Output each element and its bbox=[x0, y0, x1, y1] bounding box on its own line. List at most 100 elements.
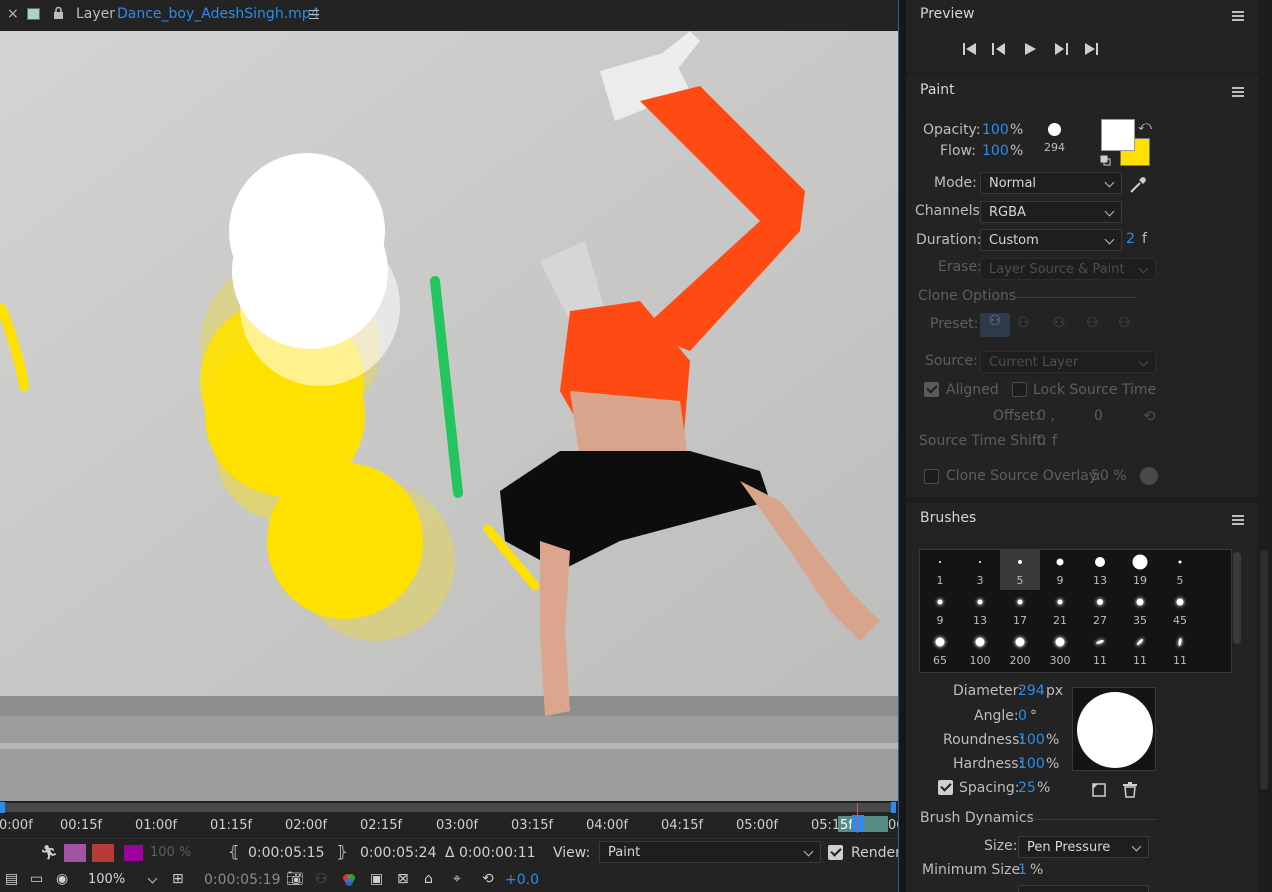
preview-menu-icon[interactable] bbox=[1232, 11, 1244, 21]
mode-dropdown[interactable]: Normal bbox=[980, 172, 1122, 194]
running-man-icon[interactable]: 🏃︎ bbox=[40, 845, 58, 861]
out-point-icon[interactable]: ⦄ bbox=[336, 842, 348, 861]
brush-tip-1-0[interactable]: 9 bbox=[920, 590, 960, 630]
delete-brush-icon[interactable] bbox=[1123, 782, 1137, 802]
offset-y-value[interactable]: 0 bbox=[1094, 408, 1103, 424]
brush-tip-2-3[interactable]: 300 bbox=[1040, 630, 1080, 670]
viewer-canvas[interactable] bbox=[0, 31, 898, 801]
duration-value[interactable]: Δ 0:00:00:11 bbox=[445, 845, 536, 861]
next-frame-icon[interactable] bbox=[1053, 42, 1069, 60]
channel-icon[interactable] bbox=[342, 873, 356, 887]
offset-x-value[interactable]: 0 , bbox=[1037, 408, 1055, 424]
tab-menu-icon[interactable] bbox=[309, 10, 319, 19]
reset-offset-icon[interactable]: ⟲ bbox=[1143, 407, 1156, 425]
clone-preset-5-icon[interactable]: ⚇ bbox=[1118, 315, 1131, 331]
exposure-value[interactable]: +0.0 bbox=[505, 872, 539, 888]
close-icon[interactable]: × bbox=[7, 6, 19, 22]
diameter-value[interactable]: 294 bbox=[1018, 683, 1045, 699]
swap-colors-icon[interactable]: ⤺ bbox=[1138, 119, 1152, 134]
duration-frames-value[interactable]: 2 bbox=[1126, 231, 1135, 247]
opacity-value[interactable]: 100 bbox=[982, 122, 1009, 138]
spacing-value[interactable]: 25 bbox=[1018, 780, 1036, 796]
clone-preset-3-icon[interactable]: ⚇ bbox=[1053, 315, 1066, 331]
brush-tip-2-5[interactable]: 11 bbox=[1120, 630, 1160, 670]
clone-preset-4-icon[interactable]: ⚇ bbox=[1086, 315, 1099, 331]
region-icon[interactable]: ⊞ bbox=[172, 871, 184, 887]
reset-exposure-icon[interactable]: ⌖ bbox=[453, 871, 461, 887]
overlay-opacity-value[interactable]: 100 % bbox=[150, 845, 191, 860]
monitor-icon[interactable]: ▭ bbox=[30, 871, 43, 887]
eyedropper-icon[interactable] bbox=[1128, 175, 1148, 199]
brush-tip-0-1[interactable]: 3 bbox=[960, 550, 1000, 590]
erase-dropdown[interactable]: Layer Source & Paint bbox=[980, 258, 1156, 280]
brush-tip-0-3[interactable]: 9 bbox=[1040, 550, 1080, 590]
brush-tip-2-2[interactable]: 200 bbox=[1000, 630, 1040, 670]
source-dropdown[interactable]: Current Layer bbox=[980, 351, 1156, 373]
brush-tip-0-4[interactable]: 13 bbox=[1080, 550, 1120, 590]
transparency-grid-icon[interactable]: ⊠ bbox=[397, 871, 409, 887]
brush-tip-0-0[interactable]: 1 bbox=[920, 550, 960, 590]
flow-value[interactable]: 100 bbox=[982, 143, 1009, 159]
in-point-icon[interactable]: ⦃ bbox=[228, 842, 240, 861]
brush-tips-scrollbar[interactable] bbox=[1233, 552, 1241, 644]
last-frame-icon[interactable] bbox=[1083, 42, 1099, 60]
show-snapshot-icon[interactable]: ⚇ bbox=[315, 871, 328, 887]
first-frame-icon[interactable] bbox=[962, 42, 978, 60]
clone-overlay-mode-icon[interactable] bbox=[1140, 467, 1158, 485]
spacing-checkbox[interactable] bbox=[938, 780, 953, 795]
brush-tip-2-0[interactable]: 65 bbox=[920, 630, 960, 670]
brush-tip-0-6[interactable]: 5 bbox=[1160, 550, 1200, 590]
out-time-value[interactable]: 0:00:05:24 bbox=[360, 845, 437, 861]
clone-overlay-value[interactable]: 50 % bbox=[1091, 468, 1127, 484]
onion-skin-red-icon[interactable] bbox=[92, 844, 114, 862]
render-checkbox[interactable] bbox=[828, 845, 843, 860]
lock-icon[interactable] bbox=[53, 6, 64, 19]
fast-preview-icon[interactable]: ▣ bbox=[370, 871, 383, 887]
brush-tip-2-1[interactable]: 100 bbox=[960, 630, 1000, 670]
source-time-shift-value[interactable]: 0 bbox=[1037, 433, 1046, 449]
channels-dropdown[interactable]: RGBA bbox=[980, 201, 1122, 223]
brush-tip-0-5[interactable]: 19 bbox=[1120, 550, 1160, 590]
brush-tip-2-6[interactable]: 11 bbox=[1160, 630, 1200, 670]
work-area-start-handle[interactable] bbox=[0, 802, 5, 813]
brush-tip-1-6[interactable]: 45 bbox=[1160, 590, 1200, 630]
clone-overlay-checkbox[interactable] bbox=[924, 469, 939, 484]
brush-tip-1-2[interactable]: 17 bbox=[1000, 590, 1040, 630]
brush-tip-1-1[interactable]: 13 bbox=[960, 590, 1000, 630]
current-time-indicator[interactable] bbox=[852, 815, 864, 831]
foreground-color-swatch[interactable] bbox=[1101, 119, 1135, 151]
size-dropdown[interactable]: Pen Pressure bbox=[1018, 836, 1149, 858]
panels-scrollbar[interactable] bbox=[1260, 550, 1268, 790]
clone-preset-2-icon[interactable]: ⚇ bbox=[1017, 315, 1030, 331]
mask-icon[interactable]: ◉ bbox=[56, 871, 68, 887]
lock-source-time-checkbox[interactable] bbox=[1012, 382, 1027, 397]
snapshot-icon[interactable]: 📷︎ bbox=[286, 871, 304, 887]
tab-layer-filename[interactable]: Dance_boy_AdeshSingh.mp4 bbox=[117, 6, 320, 22]
in-time-value[interactable]: 0:00:05:15 bbox=[248, 845, 325, 861]
clone-preset-1-icon[interactable]: ⚇ bbox=[980, 313, 1010, 337]
brushes-menu-icon[interactable] bbox=[1232, 515, 1244, 525]
work-area-bar[interactable] bbox=[0, 803, 896, 812]
brush-tip-2-4[interactable]: 11 bbox=[1080, 630, 1120, 670]
hardness-value[interactable]: 100 bbox=[1018, 756, 1045, 772]
angle-value[interactable]: 0 bbox=[1018, 708, 1027, 724]
current-time-value[interactable]: 0:00:05:19 bbox=[204, 872, 281, 888]
play-icon[interactable] bbox=[1023, 42, 1037, 60]
minimum-size-value[interactable]: 1 bbox=[1018, 862, 1027, 878]
paint-menu-icon[interactable] bbox=[1232, 87, 1244, 97]
view-dropdown[interactable]: Paint bbox=[599, 841, 821, 863]
next-dynamics-dropdown[interactable] bbox=[1018, 885, 1149, 892]
duration-dropdown[interactable]: Custom bbox=[980, 229, 1122, 251]
default-colors-icon[interactable] bbox=[1100, 155, 1111, 166]
panel-divider[interactable] bbox=[898, 0, 906, 892]
work-area-end-handle[interactable] bbox=[891, 802, 896, 813]
brush-tip-1-4[interactable]: 27 bbox=[1080, 590, 1120, 630]
brush-tip-1-3[interactable]: 21 bbox=[1040, 590, 1080, 630]
always-preview-icon[interactable]: ▤ bbox=[5, 871, 18, 887]
prev-frame-icon[interactable] bbox=[991, 42, 1007, 60]
aligned-checkbox[interactable] bbox=[924, 382, 939, 397]
roundness-value[interactable]: 100 bbox=[1018, 732, 1045, 748]
onion-skin-icon[interactable] bbox=[64, 844, 86, 862]
overlay-color-swatch[interactable] bbox=[124, 845, 143, 861]
new-brush-icon[interactable] bbox=[1092, 783, 1106, 801]
